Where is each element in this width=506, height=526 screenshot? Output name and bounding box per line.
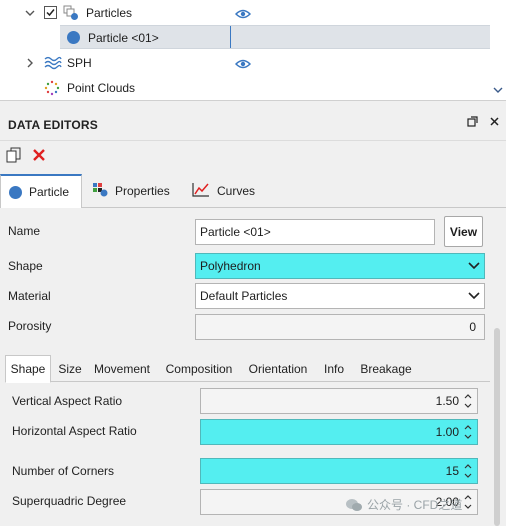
superquadric-label: Superquadric Degree <box>12 494 127 508</box>
editor-toolbar <box>0 141 506 174</box>
subtab-shape[interactable]: Shape <box>5 355 51 383</box>
horizontal-aspect-value: 1.00 <box>435 425 459 439</box>
form-scrollbar[interactable] <box>492 208 502 526</box>
sph-waves-icon <box>44 55 62 71</box>
horizontal-aspect-spinner[interactable]: 1.00 <box>200 419 478 445</box>
particle-dot-icon <box>9 185 22 199</box>
scroll-thumb[interactable] <box>494 328 500 526</box>
particle-form: Name Particle <01> View Shape Polyhedron… <box>0 208 506 526</box>
tab-properties[interactable]: Properties <box>84 174 178 208</box>
corners-spinner[interactable]: 15 <box>200 458 478 484</box>
data-editors-header: DATA EDITORS <box>0 101 506 141</box>
shape-value: Polyhedron <box>200 259 261 273</box>
shape-select[interactable]: Polyhedron <box>195 253 485 279</box>
scroll-down-icon[interactable] <box>492 84 504 96</box>
tree-item-point-clouds[interactable]: Point Clouds <box>0 76 506 100</box>
vertical-aspect-value: 1.50 <box>435 394 459 408</box>
tree-item-label: Particles <box>86 6 133 20</box>
tree-item-particle-01[interactable]: Particle <01> <box>60 25 490 49</box>
copy-icon[interactable] <box>6 147 22 163</box>
material-value: Default Particles <box>200 289 288 303</box>
subtab-size[interactable]: Size <box>57 355 83 382</box>
tree-item-label: Particle <01> <box>88 31 159 45</box>
visibility-checkbox[interactable] <box>44 6 57 19</box>
spinner-arrows-icon[interactable] <box>463 461 473 481</box>
particles-icon <box>63 5 79 21</box>
editor-tabs: Particle Properties Curves <box>0 174 506 209</box>
spinner-arrows-icon[interactable] <box>463 492 473 512</box>
properties-icon <box>92 182 108 200</box>
particle-dot-icon <box>67 31 80 44</box>
watermark-text: 公众号 · CFD之道 <box>367 498 463 512</box>
corners-label: Number of Corners <box>12 464 115 478</box>
float-window-icon[interactable] <box>466 116 478 128</box>
chevron-right-icon[interactable] <box>24 57 36 69</box>
point-cloud-icon <box>44 80 60 96</box>
subtab-info[interactable]: Info <box>320 355 348 382</box>
tree-item-sph[interactable]: SPH <box>0 51 506 75</box>
subtab-composition[interactable]: Composition <box>161 355 237 382</box>
corners-value: 15 <box>445 464 459 478</box>
tree-item-particles[interactable]: Particles <box>0 1 506 25</box>
object-tree: Particles Particle <01> SPH Point Clouds <box>0 0 506 101</box>
spinner-arrows-icon[interactable] <box>463 422 473 442</box>
tree-item-label: SPH <box>67 56 92 70</box>
porosity-label: Porosity <box>8 319 52 333</box>
vertical-aspect-label: Vertical Aspect Ratio <box>12 394 123 408</box>
shape-sub-tabs: Shape Size Movement Composition Orientat… <box>5 350 490 383</box>
chevron-down-icon[interactable] <box>24 7 36 19</box>
curves-icon <box>192 182 210 200</box>
porosity-field[interactable]: 0 <box>195 314 485 340</box>
horizontal-aspect-label: Horizontal Aspect Ratio <box>12 424 137 438</box>
subtab-orientation[interactable]: Orientation <box>245 355 311 382</box>
subtab-breakage[interactable]: Breakage <box>357 355 415 382</box>
tab-label: Properties <box>115 184 170 198</box>
panel-title: DATA EDITORS <box>8 118 98 132</box>
wechat-icon <box>346 498 362 511</box>
name-field[interactable]: Particle <01> <box>195 219 435 245</box>
name-value: Particle <01> <box>200 225 271 239</box>
view-button[interactable]: View <box>444 216 483 247</box>
eye-icon[interactable] <box>234 8 252 19</box>
tab-particle[interactable]: Particle <box>0 174 82 209</box>
material-label: Material <box>8 289 51 303</box>
shape-label: Shape <box>8 259 43 273</box>
tab-label: Curves <box>217 184 256 198</box>
spinner-arrows-icon[interactable] <box>463 391 473 411</box>
tab-label: Particle <box>29 185 70 199</box>
chevron-down-icon <box>468 262 480 270</box>
column-divider <box>230 26 231 48</box>
name-label: Name <box>8 224 41 238</box>
porosity-value: 0 <box>469 320 476 334</box>
watermark: 公众号 · CFD之道 <box>345 496 462 513</box>
chevron-down-icon <box>468 292 480 300</box>
vertical-aspect-spinner[interactable]: 1.50 <box>200 388 478 414</box>
material-select[interactable]: Default Particles <box>195 283 485 309</box>
delete-icon[interactable] <box>32 148 48 164</box>
eye-icon[interactable] <box>234 58 252 69</box>
tree-item-label: Point Clouds <box>67 81 136 95</box>
subtab-movement[interactable]: Movement <box>91 355 153 382</box>
tab-curves[interactable]: Curves <box>184 174 263 208</box>
close-icon[interactable] <box>488 116 500 128</box>
